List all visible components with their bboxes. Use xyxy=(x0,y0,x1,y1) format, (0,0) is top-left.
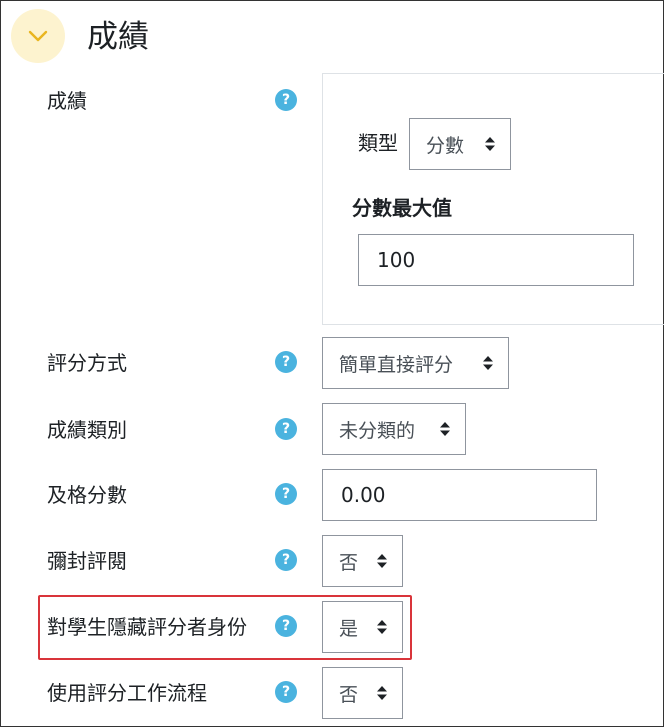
grade-fieldset: 類型 分數 分數最大值 100 xyxy=(322,73,664,325)
pass-grade-value: 0.00 xyxy=(341,483,386,507)
max-grade-value: 100 xyxy=(377,248,416,272)
grade-category-value: 未分類的 xyxy=(339,419,416,442)
pass-grade-label: 及格分數 xyxy=(47,483,127,507)
help-icon[interactable]: ? xyxy=(275,351,297,373)
grading-method-select[interactable]: 簡單直接評分 xyxy=(322,337,509,389)
marking-workflow-value: 否 xyxy=(339,683,359,706)
grade-type-select[interactable]: 分數 xyxy=(409,118,511,170)
blind-marking-value: 否 xyxy=(339,551,359,574)
hide-grader-label: 對學生隱藏評分者身份 xyxy=(47,615,247,639)
grading-method-value: 簡單直接評分 xyxy=(339,353,454,376)
hide-grader-value: 是 xyxy=(339,617,359,640)
select-arrows-icon xyxy=(484,136,496,152)
chevron-down-icon xyxy=(28,30,48,42)
select-arrows-icon xyxy=(376,685,388,701)
grade-category-label: 成績類別 xyxy=(47,418,127,442)
section-title: 成績 xyxy=(87,19,149,55)
blind-marking-select[interactable]: 否 xyxy=(322,535,403,587)
help-icon[interactable]: ? xyxy=(275,549,297,571)
max-grade-label: 分數最大值 xyxy=(352,196,452,220)
select-arrows-icon xyxy=(376,553,388,569)
select-arrows-icon xyxy=(482,355,494,371)
help-icon[interactable]: ? xyxy=(275,615,297,637)
help-icon[interactable]: ? xyxy=(275,89,297,111)
grade-label: 成績 xyxy=(47,89,87,113)
pass-grade-input[interactable]: 0.00 xyxy=(322,469,597,521)
grading-method-label: 評分方式 xyxy=(47,351,127,375)
max-grade-input[interactable]: 100 xyxy=(358,234,634,286)
grade-settings-panel: 成績 成績 ? 類型 分數 分數最大值 100 評分方式 ? 簡單直接評分 成績… xyxy=(0,0,664,727)
select-arrows-icon xyxy=(376,619,388,635)
help-icon[interactable]: ? xyxy=(275,418,297,440)
marking-workflow-select[interactable]: 否 xyxy=(322,667,403,719)
collapse-section-button[interactable] xyxy=(11,9,65,63)
help-icon[interactable]: ? xyxy=(275,681,297,703)
grade-type-value: 分數 xyxy=(426,134,465,157)
grade-category-select[interactable]: 未分類的 xyxy=(322,403,466,455)
hide-grader-select[interactable]: 是 xyxy=(322,601,403,653)
blind-marking-label: 彌封評閱 xyxy=(47,549,127,573)
select-arrows-icon xyxy=(439,421,451,437)
marking-workflow-label: 使用評分工作流程 xyxy=(47,681,207,705)
grade-type-label: 類型 xyxy=(358,131,398,155)
help-icon[interactable]: ? xyxy=(275,483,297,505)
